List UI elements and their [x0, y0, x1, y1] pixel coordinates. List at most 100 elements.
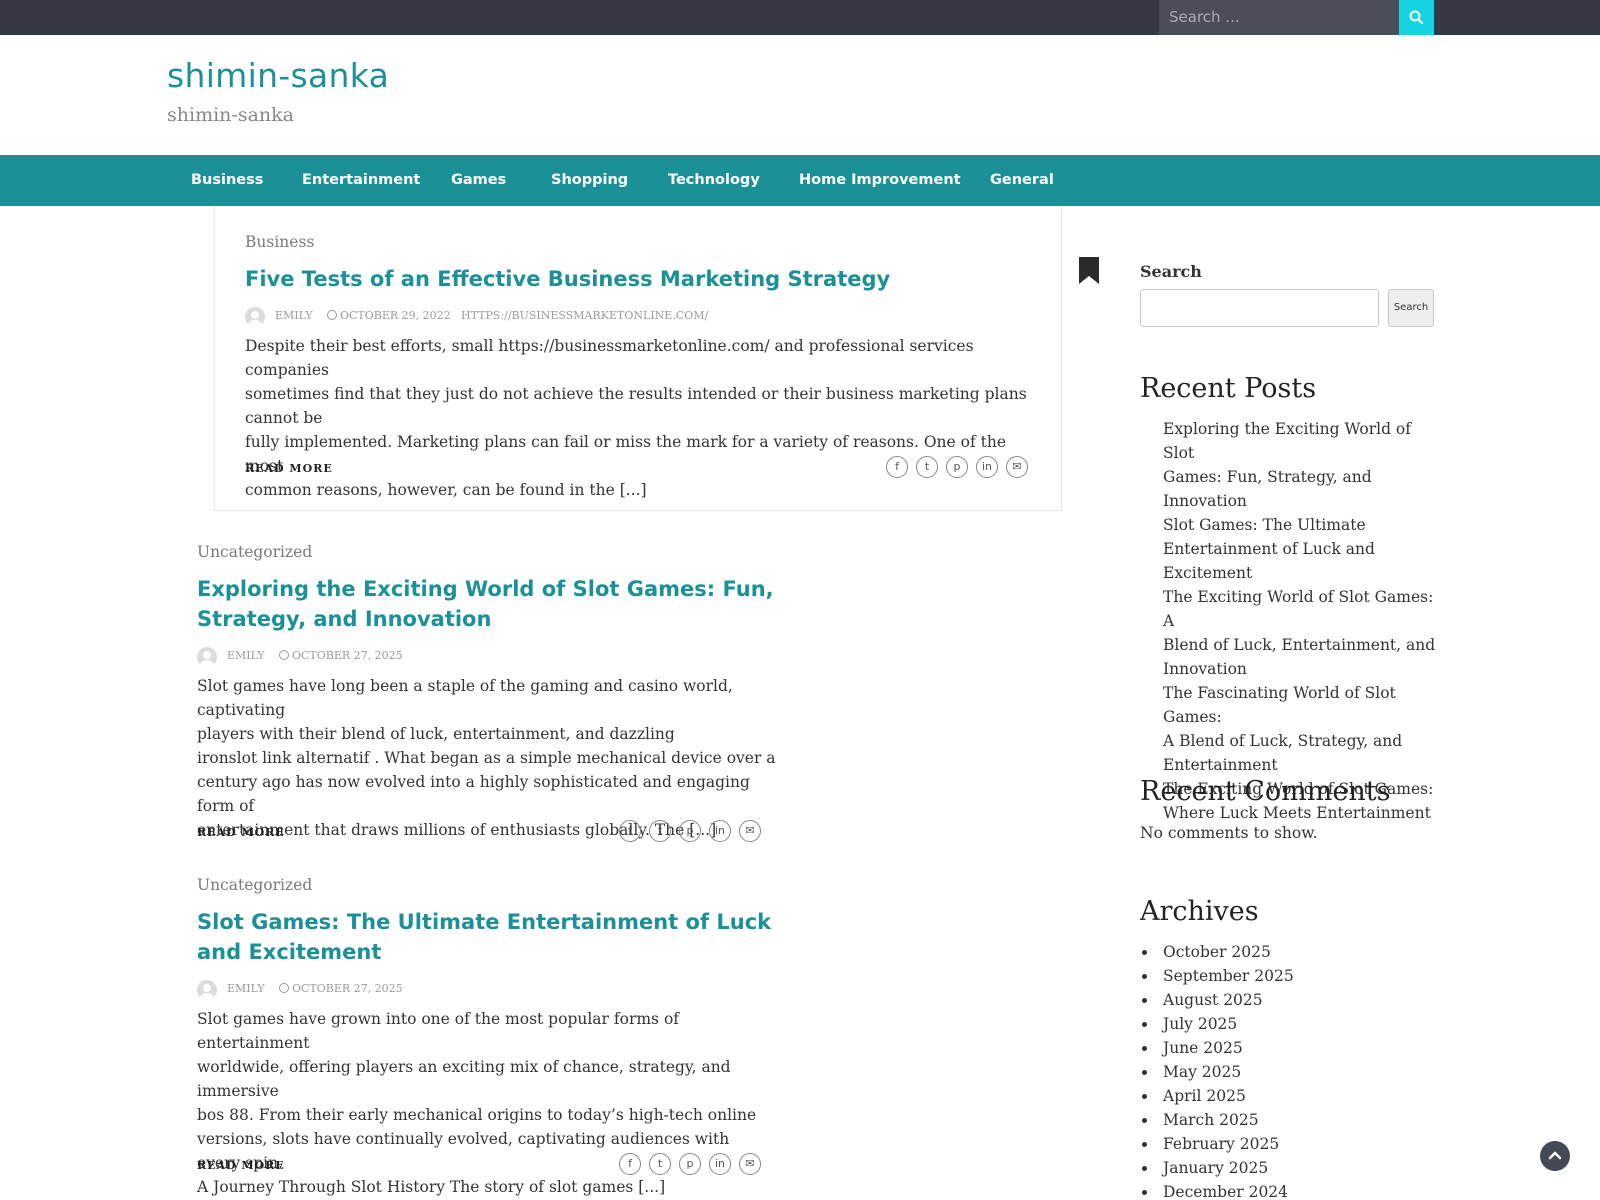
list-item[interactable]: The Fascinating World of Slot Games: A B…: [1163, 681, 1440, 777]
post-date-text[interactable]: OCTOBER 27, 2025: [292, 982, 403, 995]
nav-item-general[interactable]: General: [990, 155, 1054, 206]
recent-post-line[interactable]: Blend of Luck, Entertainment, and: [1163, 633, 1440, 657]
bookmark-icon: [1079, 257, 1099, 284]
post-category[interactable]: Business: [245, 233, 314, 251]
recent-post-line[interactable]: A Blend of Luck, Strategy, and: [1163, 729, 1440, 753]
top-bar: Search ...: [0, 0, 1600, 35]
read-more-button[interactable]: READ MORE: [197, 1159, 285, 1172]
archive-item[interactable]: December 2024: [1140, 1180, 1440, 1200]
post-date-text[interactable]: OCTOBER 29, 2022: [340, 309, 451, 322]
archive-item[interactable]: July 2025: [1140, 1012, 1440, 1036]
nav-item-technology[interactable]: Technology: [668, 155, 760, 206]
post-date[interactable]: OCTOBER 29, 2022: [327, 306, 451, 326]
recent-post-line[interactable]: Slot Games: The Ultimate: [1163, 513, 1440, 537]
avatar: [245, 307, 265, 327]
list-item[interactable]: Exploring the Exciting World of Slot Gam…: [1163, 417, 1440, 513]
excerpt-line: Despite their best efforts, small https:…: [245, 337, 974, 379]
archive-item[interactable]: March 2025: [1140, 1108, 1440, 1132]
nav-item-home-improvement[interactable]: Home Improvement: [799, 155, 961, 206]
list-item[interactable]: The Exciting World of Slot Games: A Blen…: [1163, 585, 1440, 681]
twitter-icon[interactable]: t: [649, 1153, 671, 1175]
linkedin-icon[interactable]: in: [709, 1153, 731, 1175]
post-title-line[interactable]: Strategy, and Innovation: [197, 604, 777, 634]
clock-icon: [279, 983, 289, 993]
site-title[interactable]: shimin-sanka: [167, 56, 389, 95]
linkedin-icon[interactable]: in: [976, 456, 998, 478]
clock-icon: [327, 310, 337, 320]
facebook-icon[interactable]: f: [619, 820, 641, 842]
post-category[interactable]: Uncategorized: [197, 543, 312, 561]
excerpt-line: bos 88. From their early mechanical orig…: [197, 1106, 757, 1124]
read-more-button[interactable]: READ MORE: [245, 462, 333, 475]
nav-item-games[interactable]: Games: [451, 155, 506, 206]
email-icon[interactable]: ✉: [1006, 456, 1028, 478]
read-more-button[interactable]: READ MORE: [197, 826, 285, 839]
nav-item-business[interactable]: Business: [191, 155, 263, 206]
pinterest-icon[interactable]: p: [946, 456, 968, 478]
recent-post-line[interactable]: Games: Fun, Strategy, and Innovation: [1163, 465, 1440, 513]
top-search-input[interactable]: Search ...: [1159, 0, 1434, 35]
excerpt-line: century ago has now evolved into a highl…: [197, 773, 750, 815]
recent-posts-list: Exploring the Exciting World of Slot Gam…: [1163, 417, 1440, 825]
post-author[interactable]: EMILY: [227, 979, 265, 999]
archive-item[interactable]: April 2025: [1140, 1084, 1440, 1108]
scroll-to-top-button[interactable]: [1540, 1141, 1570, 1171]
recent-post-line[interactable]: Entertainment: [1163, 753, 1440, 777]
archive-item[interactable]: May 2025: [1140, 1060, 1440, 1084]
pinterest-icon[interactable]: p: [679, 1153, 701, 1175]
recent-post-line[interactable]: Exploring the Exciting World of Slot: [1163, 417, 1440, 465]
post-title[interactable]: Exploring the Exciting World of Slot Gam…: [197, 574, 777, 634]
email-icon[interactable]: ✉: [739, 820, 761, 842]
post-category[interactable]: Uncategorized: [197, 876, 312, 894]
post-title-line[interactable]: and Excitement: [197, 937, 777, 967]
archive-item[interactable]: June 2025: [1140, 1036, 1440, 1060]
excerpt-line: players with their blend of luck, entert…: [197, 725, 675, 743]
recent-comments-heading: Recent Comments: [1140, 776, 1391, 807]
avatar: [197, 980, 217, 1000]
linkedin-icon[interactable]: in: [709, 820, 731, 842]
pinterest-icon[interactable]: p: [679, 820, 701, 842]
sidebar-search-input[interactable]: [1140, 289, 1379, 327]
post-title-line[interactable]: Slot Games: The Ultimate Entertainment o…: [197, 907, 777, 937]
excerpt-line: worldwide, offering players an exciting …: [197, 1058, 731, 1100]
list-item[interactable]: Slot Games: The Ultimate Entertainment o…: [1163, 513, 1440, 585]
top-search-button[interactable]: [1399, 0, 1434, 35]
post-title[interactable]: Slot Games: The Ultimate Entertainment o…: [197, 907, 777, 967]
avatar: [197, 647, 217, 667]
archive-item[interactable]: September 2025: [1140, 964, 1440, 988]
recent-posts-heading: Recent Posts: [1140, 373, 1317, 404]
archives-list: October 2025 September 2025 August 2025 …: [1140, 940, 1440, 1200]
share-icons: f t p in ✉: [619, 1153, 769, 1175]
archive-item[interactable]: January 2025: [1140, 1156, 1440, 1180]
excerpt-line: Slot games have long been a staple of th…: [197, 677, 733, 719]
post-date[interactable]: OCTOBER 27, 2025: [279, 646, 403, 666]
archive-item[interactable]: August 2025: [1140, 988, 1440, 1012]
twitter-icon[interactable]: t: [649, 820, 671, 842]
excerpt-line: ironslot link alternatif . What began as…: [197, 749, 776, 767]
recent-post-line[interactable]: Entertainment of Luck and: [1163, 537, 1440, 561]
post-author[interactable]: EMILY: [275, 306, 313, 326]
email-icon[interactable]: ✉: [739, 1153, 761, 1175]
post-date[interactable]: OCTOBER 27, 2025: [279, 979, 403, 999]
archive-item[interactable]: October 2025: [1140, 940, 1440, 964]
recent-post-line[interactable]: The Exciting World of Slot Games: A: [1163, 585, 1440, 633]
recent-post-line[interactable]: Excitement: [1163, 561, 1440, 585]
facebook-icon[interactable]: f: [886, 456, 908, 478]
post-excerpt: Slot games have long been a staple of th…: [197, 674, 777, 842]
archives-heading: Archives: [1140, 896, 1259, 927]
site-description: shimin-sanka: [167, 104, 294, 126]
recent-post-line[interactable]: Innovation: [1163, 657, 1440, 681]
recent-post-line[interactable]: The Fascinating World of Slot Games:: [1163, 681, 1440, 729]
chevron-up-icon: [1548, 1151, 1562, 1160]
post-title[interactable]: Five Tests of an Effective Business Mark…: [245, 264, 890, 294]
post-title-line[interactable]: Exploring the Exciting World of Slot Gam…: [197, 574, 777, 604]
nav-item-shopping[interactable]: Shopping: [551, 155, 628, 206]
sidebar-search-button[interactable]: Search: [1388, 289, 1434, 327]
facebook-icon[interactable]: f: [619, 1153, 641, 1175]
post-author[interactable]: EMILY: [227, 646, 265, 666]
post-date-text[interactable]: OCTOBER 27, 2025: [292, 649, 403, 662]
twitter-icon[interactable]: t: [916, 456, 938, 478]
archive-item[interactable]: February 2025: [1140, 1132, 1440, 1156]
post-link[interactable]: HTTPS://BUSINESSMARKETONLINE.COM/: [461, 306, 708, 326]
nav-item-entertainment[interactable]: Entertainment: [302, 155, 420, 206]
